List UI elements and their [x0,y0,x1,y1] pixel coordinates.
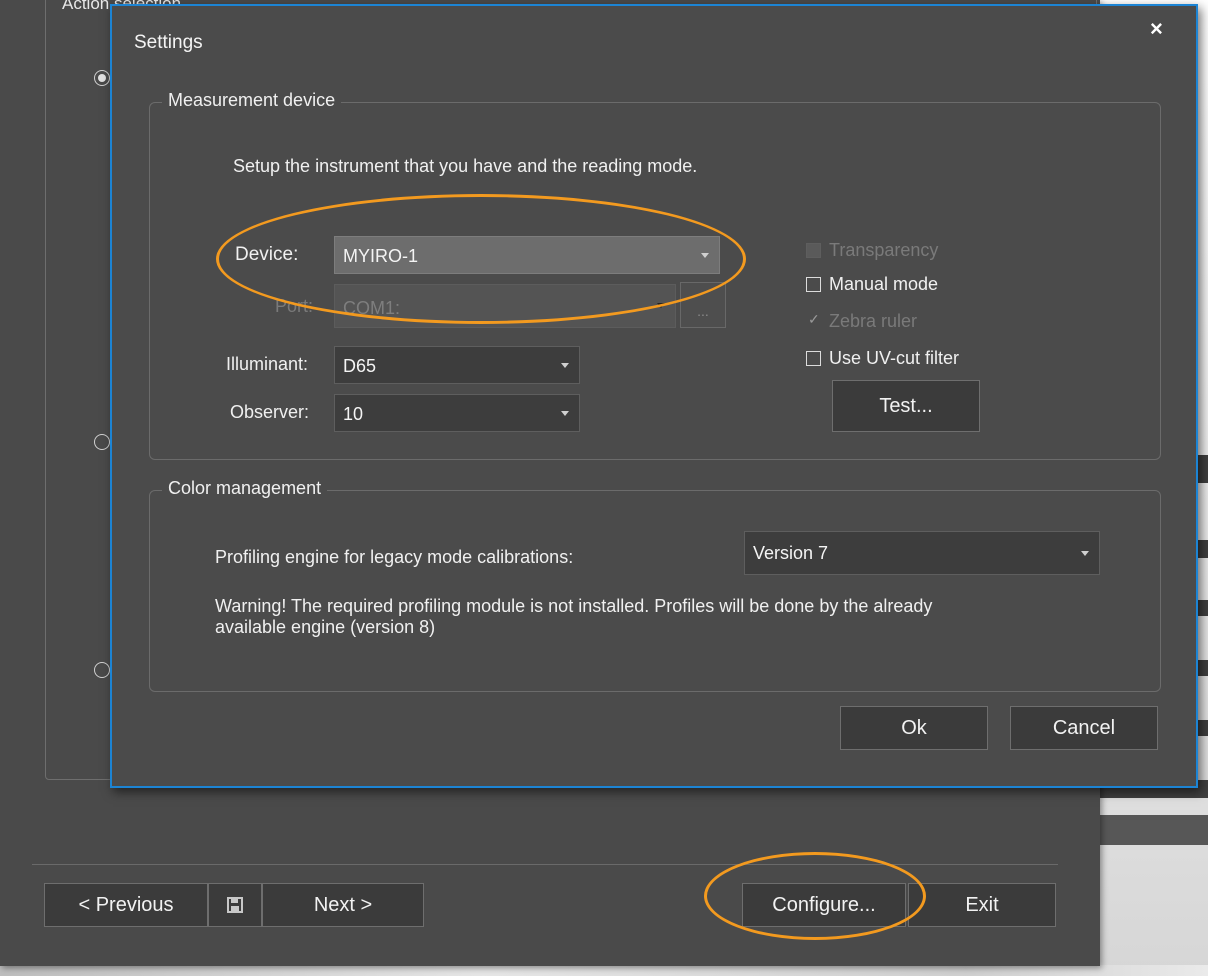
observer-select[interactable]: 10 [334,394,580,432]
transparency-box [806,243,821,258]
uv-cut-checkbox[interactable]: Use UV-cut filter [806,348,959,369]
zebra-ruler-checkbox: Zebra ruler [806,311,917,332]
color-management-label: Color management [162,478,328,499]
dialog-title: Settings [134,32,203,53]
chevron-down-icon [701,253,709,258]
settings-dialog: Settings × Measurement device Setup the … [110,4,1198,788]
device-value: MYIRO-1 [343,246,419,266]
manual-mode-checkbox[interactable]: Manual mode [806,274,938,295]
uv-cut-label: Use UV-cut filter [829,348,960,368]
action-radio-3[interactable] [94,662,110,678]
background-stripe [1100,815,1208,845]
configure-button[interactable]: Configure... [742,883,906,927]
intro-text: Setup the instrument that you have and t… [233,156,698,176]
device-label: Device: [235,244,299,265]
previous-button[interactable]: < Previous [44,883,208,927]
next-button[interactable]: Next > [262,883,424,927]
illuminant-value: D65 [343,356,377,376]
close-icon[interactable]: × [1150,16,1163,42]
port-value: COM1: [343,298,401,318]
profiling-engine-select[interactable]: Version 7 [744,531,1100,575]
chevron-down-icon [1081,551,1089,556]
manual-mode-box[interactable] [806,277,821,292]
action-radio-2[interactable] [94,434,110,450]
port-select: COM1: [334,284,676,328]
device-select[interactable]: MYIRO-1 [334,236,720,274]
chevron-down-icon [561,411,569,416]
chevron-down-icon [657,303,665,308]
warning-line-2: available engine (version 8) [215,617,436,637]
action-radio-1[interactable] [94,70,110,86]
illuminant-select[interactable]: D65 [334,346,580,384]
port-label: Port: [275,296,314,316]
zebra-ruler-label: Zebra ruler [829,311,918,331]
desktop-background-bottom [0,965,1208,976]
checkmark-icon [806,311,821,329]
manual-mode-label: Manual mode [829,274,939,294]
observer-label: Observer: [230,402,310,422]
save-button[interactable] [208,883,262,927]
illuminant-label: Illuminant: [226,354,309,374]
footer-separator [32,864,1058,865]
uv-cut-box[interactable] [806,351,821,366]
color-management-group: Color management [149,478,1161,692]
chevron-down-icon [561,363,569,368]
observer-value: 10 [343,404,364,424]
profiling-value: Version 7 [753,543,829,563]
transparency-label: Transparency [829,240,939,260]
profiling-label: Profiling engine for legacy mode calibra… [215,547,574,567]
ok-button[interactable]: Ok [840,706,988,750]
transparency-checkbox: Transparency [806,240,938,261]
test-button[interactable]: Test... [832,380,980,432]
save-icon [227,897,243,913]
cancel-button[interactable]: Cancel [1010,706,1158,750]
exit-button[interactable]: Exit [908,883,1056,927]
port-browse-button: ... [680,282,726,328]
warning-line-1: Warning! The required profiling module i… [215,596,933,616]
measurement-device-label: Measurement device [162,90,342,111]
